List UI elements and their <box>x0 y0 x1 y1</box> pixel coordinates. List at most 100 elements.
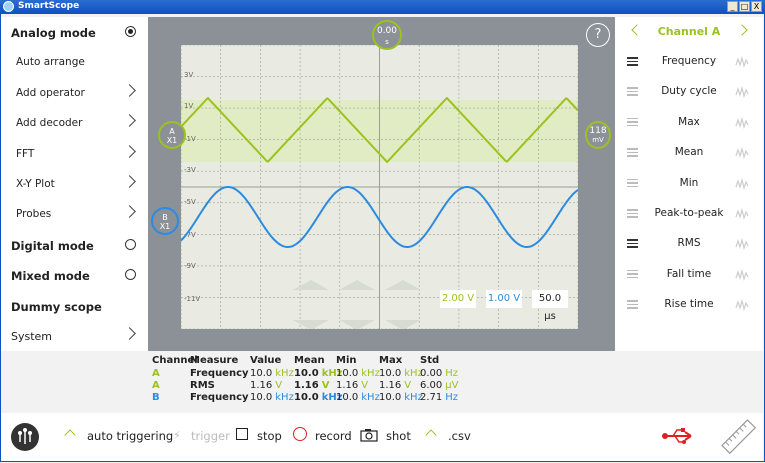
col-std: Std <box>420 355 440 366</box>
scale-down-icon[interactable] <box>339 320 375 330</box>
scale-up-icon[interactable] <box>293 280 329 290</box>
cell-std: 0.00 Hz <box>420 368 458 379</box>
smartscope-logo-icon <box>11 423 39 451</box>
chevron-right-icon <box>123 205 136 219</box>
radio-icon[interactable] <box>125 269 136 281</box>
cell-min: 1.16 V <box>336 380 368 391</box>
measure-item-label: Max <box>678 115 700 128</box>
channel-b-probe: X1 <box>159 222 171 231</box>
cell-min: 10.0 kHz <box>336 368 380 379</box>
measure-item-peak-to-peak[interactable]: Peak-to-peak <box>615 199 763 229</box>
channel-a-scale[interactable]: 2.00 V <box>440 290 476 308</box>
scale-down-icon[interactable] <box>385 320 421 330</box>
csv-chevron-icon <box>425 429 437 441</box>
cell-value-unit: kHz <box>275 368 294 379</box>
record-icon[interactable] <box>293 427 307 441</box>
cell-max-unit: V <box>404 380 412 391</box>
menu-item-x-y-plot[interactable]: X-Y Plot <box>1 169 148 199</box>
channel-b-scale[interactable]: 1.00 V <box>486 290 522 308</box>
cell-max-value: 1.16 <box>379 380 402 391</box>
channel-b-marker[interactable]: B X1 <box>151 207 179 235</box>
measure-item-label: RMS <box>677 237 701 250</box>
trigger-level-marker[interactable]: 118 mV <box>585 121 611 149</box>
measure-item-frequency[interactable]: Frequency <box>615 47 763 77</box>
ruler-icon[interactable] <box>719 417 759 457</box>
cell-min-value: 10.0 <box>336 368 359 379</box>
cell-max-value: 10.0 <box>379 392 402 403</box>
cell-value: 10.0 kHz <box>250 392 294 403</box>
cell-value-value: 10.0 <box>250 392 273 403</box>
measure-item-rms[interactable]: RMS <box>615 229 763 259</box>
waveform-icon <box>735 268 749 281</box>
trigger-level-unit: mV <box>592 136 604 144</box>
menu-item-probes[interactable]: Probes <box>1 199 148 229</box>
waveform-plot[interactable]: 3V1V-1V-3V-5V-7V-9V-11V <box>180 44 579 330</box>
channel-b-name: B <box>162 213 168 222</box>
auto-triggering-button[interactable]: auto triggering <box>87 429 173 443</box>
list-icon <box>627 178 638 188</box>
stop-button[interactable]: stop <box>257 429 282 443</box>
waveform-icon <box>735 177 749 190</box>
menu-item-dummy-scope[interactable]: Dummy scope <box>1 291 148 321</box>
cell-mean-value: 10.0 <box>294 368 319 379</box>
menu-item-add-operator[interactable]: Add operator <box>1 78 148 108</box>
chevron-right-icon <box>123 327 136 340</box>
menu-item-system[interactable]: System <box>1 321 148 351</box>
menu-item-analog-mode[interactable]: Analog mode <box>1 17 148 47</box>
menu-item-label: Digital mode <box>11 238 94 253</box>
measure-item-max[interactable]: Max <box>615 108 763 138</box>
measure-item-min[interactable]: Min <box>615 169 763 199</box>
measure-item-rise-time[interactable]: Rise time <box>615 290 763 320</box>
cell-min-unit: V <box>361 380 369 391</box>
trigger-button[interactable]: trigger <box>191 429 230 443</box>
menu-item-add-decoder[interactable]: Add decoder <box>1 108 148 138</box>
measure-item-label: Duty cycle <box>661 85 717 98</box>
axis-label: 3V <box>184 71 193 79</box>
menu-item-auto-arrange[interactable]: Auto arrange <box>1 47 148 77</box>
scale-down-icon[interactable] <box>293 320 329 330</box>
list-icon <box>627 239 638 248</box>
time-scale[interactable]: 50.0 µs <box>532 290 568 322</box>
usb-icon <box>662 428 692 444</box>
cell-std-value: 2.71 <box>420 392 443 403</box>
cell-std-value: 6.00 <box>420 380 443 391</box>
shot-button[interactable]: shot <box>386 429 411 443</box>
cell-channel-value: A <box>152 368 160 379</box>
cell-value: 10.0 kHz <box>250 368 294 379</box>
maximize-button[interactable]: □ <box>739 1 750 12</box>
waveform-icon <box>735 238 749 251</box>
minimize-button[interactable]: _ <box>727 1 738 12</box>
chevron-right-icon <box>123 144 136 158</box>
help-button[interactable]: ? <box>586 23 610 47</box>
list-icon <box>627 57 638 66</box>
radio-icon[interactable] <box>125 26 136 37</box>
cell-mean-value: 10.0 <box>294 392 319 403</box>
camera-icon[interactable] <box>360 428 378 442</box>
menu-item-label: Dummy scope <box>11 299 102 314</box>
menu-item-fft[interactable]: FFT <box>1 139 148 169</box>
title-bar: SmartScope _ □ X <box>0 0 765 14</box>
cell-std: 6.00 µV <box>420 380 458 391</box>
measure-item-label: Peak-to-peak <box>654 207 724 219</box>
menu-item-mixed-mode[interactable]: Mixed mode <box>1 260 148 290</box>
csv-button[interactable]: .csv <box>448 429 471 443</box>
trigger-time-marker[interactable]: 0.00 s <box>372 20 402 50</box>
scale-up-icon[interactable] <box>385 280 421 290</box>
stop-checkbox-icon[interactable] <box>236 428 248 440</box>
menu-item-digital-mode[interactable]: Digital mode <box>1 230 148 260</box>
measure-item-duty-cycle[interactable]: Duty cycle <box>615 77 763 107</box>
record-button[interactable]: record <box>315 429 352 443</box>
measure-item-label: Frequency <box>661 55 717 67</box>
channel-a-probe: X1 <box>166 136 178 145</box>
measure-item-mean[interactable]: Mean <box>615 138 763 168</box>
measure-item-label: Mean <box>674 146 704 159</box>
close-button[interactable]: X <box>751 1 762 12</box>
scale-up-icon[interactable] <box>339 280 375 290</box>
chevron-right-icon <box>123 114 136 128</box>
radio-icon[interactable] <box>125 238 136 250</box>
trigger-level-value: 118 <box>589 126 607 136</box>
measure-item-fall-time[interactable]: Fall time <box>615 260 763 290</box>
cell-mean-value: 1.16 <box>294 380 319 391</box>
channel-a-marker[interactable]: A X1 <box>158 121 186 149</box>
bottom-toolbar: auto triggering ⚡ trigger stop record sh… <box>1 413 763 461</box>
